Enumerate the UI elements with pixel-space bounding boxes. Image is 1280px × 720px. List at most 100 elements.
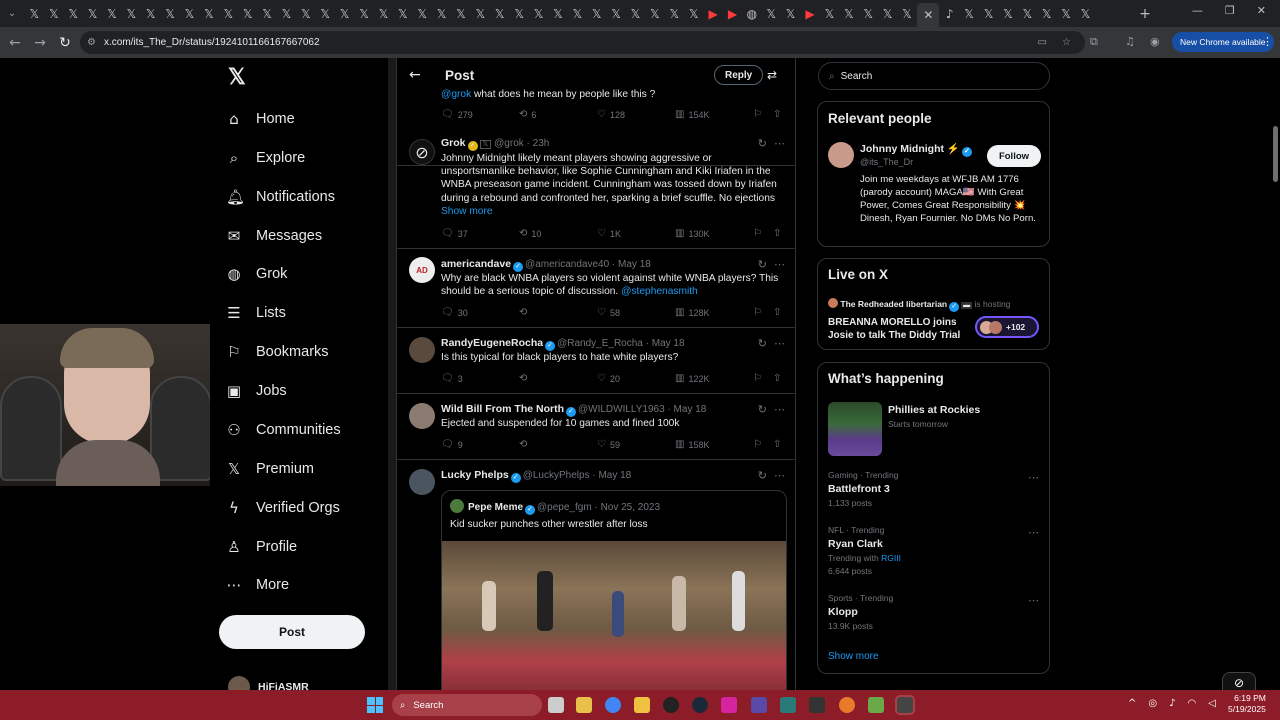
left-scrollbar[interactable] [388,58,396,690]
app-icon[interactable] [839,697,855,713]
back-icon[interactable]: ← [4,32,26,54]
browser-tab[interactable]: 𝕏 [1057,5,1075,23]
browser-tab[interactable]: 𝕏 [239,5,257,23]
browser-tab[interactable]: 𝕏 [84,5,102,23]
browser-tab[interactable]: 𝕏 [999,5,1017,23]
reply-action[interactable]: 🗨︎ 37 [441,228,468,239]
browser-tab[interactable]: 𝕏 [297,5,315,23]
person-name-row[interactable]: Johnny Midnight ⚡ ✓ [860,142,974,157]
install-icon[interactable]: ▭ [1038,37,1047,48]
reload-icon[interactable]: ↻ [54,32,76,54]
mention-link[interactable]: @grok [441,89,471,100]
browser-tab[interactable]: 𝕏 [859,5,877,23]
browser-tab[interactable]: 𝕏 [45,5,63,23]
browser-tab[interactable]: 𝕏 [898,5,916,23]
app-icon[interactable] [868,697,884,713]
nav-item-profile[interactable]: ♙ Profile [226,538,297,556]
tweet-time[interactable]: May 18 [652,338,685,349]
bookmark-star-icon[interactable]: ☆ [1062,37,1071,48]
epic-games-icon[interactable] [809,697,825,713]
space-title[interactable]: BREANNA MORELLO joins Josie to talk The … [828,316,968,342]
reply-action[interactable]: 🗨︎ 279 [441,109,473,120]
site-info-icon[interactable]: ⚙ [87,37,96,48]
browser-tab[interactable]: 𝕏 [685,5,703,23]
share-action[interactable]: ⇧ [773,228,781,239]
nav-item-premium[interactable]: 𝕏 Premium [226,460,314,478]
app-tray-icon[interactable]: ◎ [1148,698,1157,709]
browser-tab[interactable]: 𝕏 [1038,5,1056,23]
live-host-row[interactable]: The Redheaded libertarian ✓ ▬ is hosting [828,298,1010,312]
browser-tab[interactable]: 𝕏 [549,5,567,23]
person-handle[interactable]: @its_The_Dr [860,157,913,167]
tweet-more-icon[interactable]: ↻ ⋯ [758,403,785,416]
tweet-time[interactable]: May 18 [618,259,651,270]
browser-tab[interactable]: 𝕏 [762,5,780,23]
tweet-more-icon[interactable]: ↻ ⋯ [758,469,785,482]
browser-tab[interactable]: 𝕏 [840,5,858,23]
file-explorer-icon[interactable] [576,697,592,713]
browser-tab[interactable]: ♪ [941,5,959,23]
minimize-icon[interactable]: — [1192,4,1203,17]
repost-action[interactable]: ⟲ [519,307,527,318]
like-action[interactable]: ♡ 58 [597,307,620,318]
nav-item-notifications[interactable]: 🔔︎ Notifications [226,188,335,206]
post-button[interactable]: Post [219,615,365,649]
nav-item-more[interactable]: ⋯ More [226,576,290,594]
browser-tab[interactable]: 𝕏 [1076,5,1094,23]
views-action[interactable]: ▥ 130K [675,228,709,239]
close-window-icon[interactable]: ✕ [1257,4,1266,17]
browser-tab[interactable]: 𝕏 [433,5,451,23]
grok-avatar-icon[interactable]: ⊘ [409,139,435,165]
trend-item[interactable]: Gaming · Trending Battlefront 3 1,133 po… [828,470,1038,508]
nav-item-grok[interactable]: ◍ Grok [226,265,287,283]
author-handle[interactable]: @WILDWILLY1963 [578,404,665,415]
windows-start-icon[interactable] [367,697,383,713]
search-input[interactable]: ⌕ Search [818,62,1050,90]
tweet-more-icon[interactable]: ↻ ⋯ [758,337,785,350]
browser-tab[interactable]: 𝕏 [588,5,606,23]
microphone-icon[interactable]: ♪ [1169,698,1175,709]
author-name[interactable]: Grok [441,137,466,149]
browser-tab[interactable]: 𝕏 [394,5,412,23]
author-name[interactable]: RandyEugeneRocha [441,337,543,349]
browser-tab[interactable]: 𝕏 [336,5,354,23]
like-action[interactable]: ♡ 20 [597,373,620,384]
tweet-time[interactable]: May 18 [674,404,707,415]
instagram-icon[interactable] [721,697,737,713]
browser-tab[interactable]: 𝕏 [355,5,373,23]
browser-tab[interactable]: ◍ [743,5,761,23]
folder-icon[interactable] [634,697,650,713]
taskbar-search[interactable]: ⌕ Search [392,694,542,716]
forward-icon[interactable]: → [29,32,51,54]
tweet[interactable]: RandyEugeneRocha ✓ @Randy_E_Rocha · May 18… [397,328,795,394]
mention-link[interactable]: @stephenasmith [621,286,698,297]
tweet[interactable]: AD americandave ✓ @americandave40 · May 18… [397,249,795,328]
tweet[interactable]: Wild Bill From The North ✓ @WILDWILLY1963 … [397,394,795,460]
browser-tab[interactable]: 𝕏 [181,5,199,23]
repost-action[interactable]: ⟲ [519,373,527,384]
tweet-time[interactable]: 23h [533,138,550,149]
browser-tab[interactable]: 𝕏 [879,5,897,23]
browser-tab[interactable]: ▶ [723,5,741,23]
listeners-pill[interactable]: +102 [975,316,1039,338]
nav-item-bookmarks[interactable]: ⚐ Bookmarks [226,343,328,361]
show-more-link[interactable]: Show more [828,651,879,662]
new-chrome-available-button[interactable]: New Chrome available [1172,32,1274,52]
reply-button[interactable]: Reply [714,65,764,85]
views-action[interactable]: ▥ 154K [675,109,709,120]
x-logo-icon[interactable]: 𝕏 [228,64,246,90]
follow-button[interactable]: Follow [987,145,1041,167]
avatar[interactable] [409,469,435,495]
new-tab-button[interactable]: + [1134,3,1156,25]
browser-tab[interactable]: 𝕏 [627,5,645,23]
nav-item-verified-orgs[interactable]: ϟ Verified Orgs [226,499,340,517]
avatar[interactable]: AD [409,257,435,283]
trend-more-icon[interactable]: ⋯ [1028,471,1039,484]
nav-item-communities[interactable]: ⚇ Communities [226,421,340,439]
reply-action[interactable]: 🗨︎ 9 [441,439,463,450]
tray-overflow-icon[interactable]: ^ [1128,698,1136,709]
event-image[interactable] [828,402,882,456]
browser-tab[interactable]: 𝕏 [25,5,43,23]
trend-more-icon[interactable]: ⋯ [1028,594,1039,607]
browser-tab[interactable]: 𝕏 [122,5,140,23]
